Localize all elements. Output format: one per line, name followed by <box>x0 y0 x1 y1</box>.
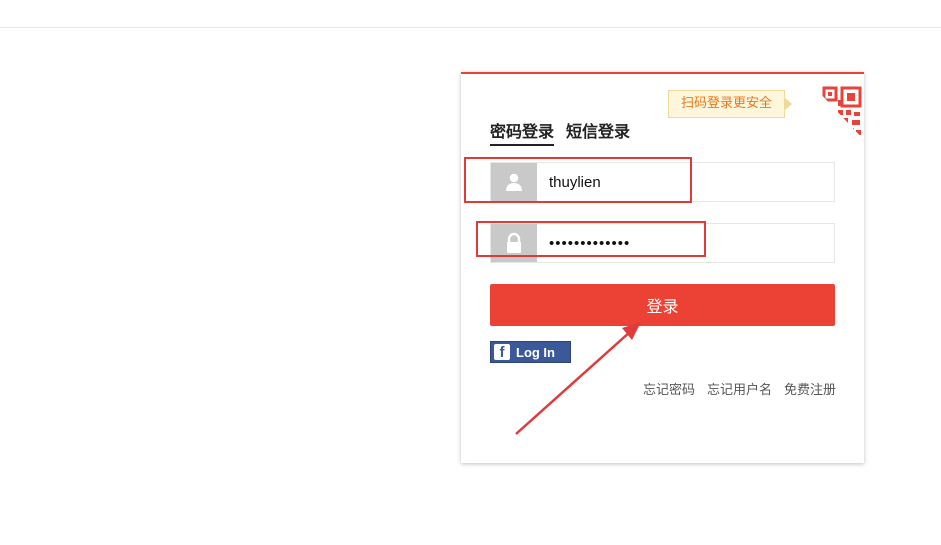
login-card: 扫码登录更安全 密码登录 短信登录 thuylien •••••••••••••… <box>461 72 864 463</box>
password-field-container <box>490 223 835 263</box>
login-tabs: 密码登录 短信登录 <box>490 118 630 146</box>
tab-sms-login[interactable]: 短信登录 <box>566 118 630 146</box>
qr-code-icon[interactable] <box>802 74 864 140</box>
page: 扫码登录更安全 密码登录 短信登录 thuylien •••••••••••••… <box>0 0 941 545</box>
user-icon <box>491 163 537 201</box>
register-link[interactable]: 免费注册 <box>784 379 836 398</box>
username-input[interactable] <box>549 163 819 201</box>
facebook-logo-icon: f <box>494 344 510 361</box>
top-divider <box>0 27 941 28</box>
account-links: 忘记密码 忘记用户名 免费注册 <box>643 379 836 398</box>
lock-icon <box>491 224 537 262</box>
facebook-login-button[interactable]: f Log In <box>490 341 571 363</box>
facebook-login-label: Log In <box>516 344 555 360</box>
forgot-password-link[interactable]: 忘记密码 <box>643 379 695 398</box>
login-submit-button[interactable]: 登录 <box>490 284 835 326</box>
tab-password-login[interactable]: 密码登录 <box>490 118 555 146</box>
forgot-username-link[interactable]: 忘记用户名 <box>707 379 772 398</box>
qr-login-hint: 扫码登录更安全 <box>668 90 793 118</box>
password-input[interactable] <box>549 224 819 262</box>
username-field-container <box>490 162 835 202</box>
